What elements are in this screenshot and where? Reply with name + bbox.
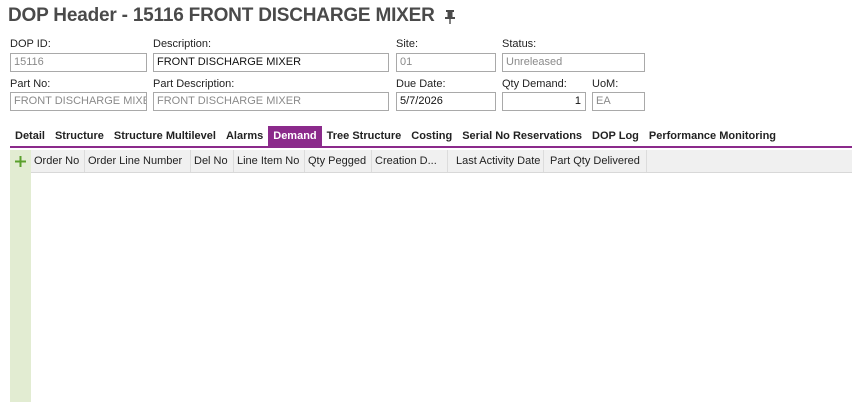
tab-detail[interactable]: Detail	[10, 126, 50, 146]
uom-label: UoM:	[592, 78, 619, 90]
tab-structure-multilevel[interactable]: Structure Multilevel	[109, 126, 221, 146]
uom-field[interactable]: EA	[592, 92, 645, 111]
plus-icon	[15, 155, 26, 167]
column-line-item-no[interactable]: Line Item No	[234, 150, 305, 172]
tab-structure[interactable]: Structure	[50, 126, 109, 146]
qty-demand-label: Qty Demand:	[502, 78, 567, 90]
status-label: Status:	[502, 38, 537, 50]
tab-tree-structure[interactable]: Tree Structure	[322, 126, 407, 146]
tab-alarms[interactable]: Alarms	[221, 126, 268, 146]
tab-demand[interactable]: Demand	[268, 126, 322, 146]
part-no-label: Part No:	[10, 78, 51, 90]
grid-row-selector-gutter	[10, 172, 31, 402]
page-title-text: DOP Header - 15116 FRONT DISCHARGE MIXER	[8, 5, 435, 26]
add-row-button[interactable]	[10, 150, 31, 172]
column-qty-pegged[interactable]: Qty Pegged	[305, 150, 372, 172]
part-description-label: Part Description:	[153, 78, 235, 90]
due-date-field[interactable]: 5/7/2026	[396, 92, 496, 111]
description-label: Description:	[153, 38, 212, 50]
tab-performance-monitoring[interactable]: Performance Monitoring	[644, 126, 781, 146]
column-del-no[interactable]: Del No	[191, 150, 234, 172]
grid-header: Order No Order Line Number Del No Line I…	[10, 150, 852, 173]
column-creation-date[interactable]: Creation D...	[372, 150, 448, 172]
column-part-qty-delivered[interactable]: Part Qty Delivered	[544, 150, 647, 172]
qty-demand-field[interactable]: 1	[502, 92, 586, 111]
dop-id-field[interactable]: 15116	[10, 53, 147, 72]
part-description-field[interactable]: FRONT DISCHARGE MIXER	[153, 92, 389, 111]
description-field[interactable]: FRONT DISCHARGE MIXER	[153, 53, 389, 72]
tab-costing[interactable]: Costing	[406, 126, 457, 146]
tab-dop-log[interactable]: DOP Log	[587, 126, 644, 146]
part-no-field[interactable]: FRONT DISCHARGE MIXER	[10, 92, 147, 111]
site-field[interactable]: 01	[396, 53, 496, 72]
pin-icon[interactable]	[444, 10, 455, 24]
column-order-no[interactable]: Order No	[31, 150, 85, 172]
column-last-activity-date[interactable]: Last Activity Date	[448, 150, 544, 172]
site-label: Site:	[396, 38, 419, 50]
tab-bar: Detail Structure Structure Multilevel Al…	[10, 126, 852, 148]
dop-id-label: DOP ID:	[10, 38, 51, 50]
due-date-label: Due Date:	[396, 78, 446, 90]
page-title: DOP Header - 15116 FRONT DISCHARGE MIXER	[8, 5, 455, 27]
status-field[interactable]: Unreleased	[502, 53, 645, 72]
tab-serial-no-reservations[interactable]: Serial No Reservations	[457, 126, 587, 146]
column-order-line-number[interactable]: Order Line Number	[85, 150, 191, 172]
